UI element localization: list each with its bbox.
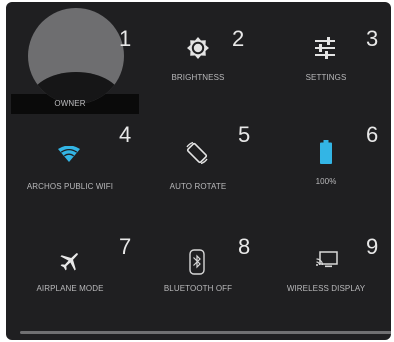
brightness-icon — [187, 37, 209, 59]
auto-rotate-tile[interactable]: 5 AUTO ROTATE — [134, 112, 262, 220]
battery-level-fill — [320, 142, 332, 164]
airplane-mode-tile[interactable]: 7 AIRPLANE MODE — [6, 232, 134, 340]
battery-label: 100% — [315, 177, 337, 186]
tile-number: 8 — [238, 234, 251, 259]
owner-label: OWNER — [54, 99, 86, 108]
auto-rotate-icon — [186, 141, 208, 165]
tile-number: 4 — [119, 122, 132, 147]
bluetooth-label: BLUETOOTH OFF — [163, 284, 233, 293]
bluetooth-icon — [189, 249, 205, 275]
battery-icon — [320, 140, 332, 164]
wireless-display-icon — [316, 251, 338, 268]
airplane-icon — [60, 253, 78, 271]
owner-tile[interactable]: 1 OWNER — [6, 2, 134, 110]
wifi-icon — [58, 146, 80, 162]
tile-number: 9 — [366, 234, 379, 259]
tile-number: 5 — [238, 122, 251, 147]
scroll-indicator — [20, 331, 391, 334]
tile-number: 1 — [119, 26, 132, 51]
airplane-mode-label: AIRPLANE MODE — [36, 284, 104, 293]
settings-sliders-icon — [315, 37, 335, 59]
bluetooth-tile[interactable]: 8 BLUETOOTH OFF — [134, 232, 262, 340]
tile-number: 2 — [232, 26, 245, 51]
quick-settings-panel: 1 OWNER 2 BRIGHTNESS 3 SETTINGS 4 ARCHOS… — [6, 2, 391, 340]
wireless-display-label: WIRELESS DISPLAY — [286, 284, 366, 293]
tile-number: 6 — [366, 122, 379, 147]
settings-tile[interactable]: 3 SETTINGS — [262, 2, 390, 110]
tile-number: 3 — [366, 26, 379, 51]
wifi-tile[interactable]: 4 ARCHOS PUBLIC WIFI — [6, 112, 134, 220]
auto-rotate-label: AUTO ROTATE — [169, 182, 227, 191]
user-avatar-icon — [28, 8, 124, 104]
brightness-label: BRIGHTNESS — [171, 73, 225, 82]
battery-tile[interactable]: 6 100% — [262, 112, 390, 220]
wifi-label: ARCHOS PUBLIC WIFI — [26, 182, 114, 191]
brightness-tile[interactable]: 2 BRIGHTNESS — [134, 2, 262, 110]
settings-label: SETTINGS — [305, 73, 347, 82]
tile-number: 7 — [119, 234, 132, 259]
wireless-display-tile[interactable]: 9 WIRELESS DISPLAY — [262, 232, 390, 340]
